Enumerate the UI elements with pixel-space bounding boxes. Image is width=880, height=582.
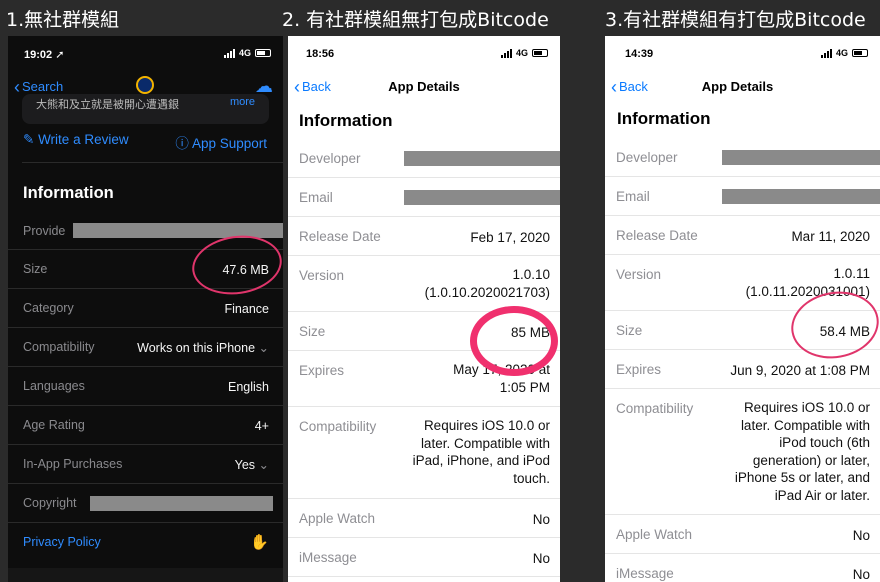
write-review-button[interactable]: ✎ Write a Review (23, 132, 129, 148)
signal-icon (820, 48, 832, 58)
detail-row-imessage: iMessage No (605, 554, 880, 582)
more-link[interactable]: more (230, 96, 255, 108)
column-title-3: 3.有社群模組有打包成Bitcode (605, 9, 866, 31)
description-snippet: 大熊和及立就是被開心遭遇銀 more (22, 94, 269, 124)
status-bar: 19:02 ➚ 4G (8, 36, 283, 72)
section-title: Information (617, 109, 711, 128)
app-icon (136, 76, 154, 94)
annotation-circle (470, 306, 558, 376)
detail-row-imessage: iMessage No (288, 538, 560, 577)
status-time: 18:56 (306, 48, 335, 60)
network-type: 4G (238, 48, 251, 58)
status-right: 4G (500, 48, 548, 58)
status-bar: 14:39 4G (605, 36, 880, 72)
info-row-compatibility[interactable]: Compatibility Works on this iPhone ⌄ (8, 328, 283, 367)
nav-bar: ‹ Back App Details (605, 72, 880, 102)
network-type: 4G (515, 48, 528, 58)
detail-row-release-date: Release Date Feb 17, 2020 (288, 217, 560, 256)
detail-row-developer: Developer (605, 138, 880, 177)
hand-icon: ✋ (250, 534, 269, 551)
tab-bar (8, 568, 283, 582)
redacted-block (90, 496, 273, 511)
section-title: Information (299, 111, 393, 130)
status-right: 4G (820, 48, 868, 58)
redacted-block (404, 151, 560, 166)
column-title-2: 2. 有社群模組無打包成Bitcode (282, 9, 549, 31)
info-row-copyright: Copyright (8, 484, 283, 523)
column-title-1: 1.無社群模組 (6, 9, 120, 31)
detail-row-email: Email (288, 178, 560, 217)
app-support-button[interactable]: ⓘ App Support (175, 132, 267, 152)
signal-icon (500, 48, 512, 58)
info-row-languages: Languages English (8, 367, 283, 406)
status-time: 19:02 ➚ (24, 49, 65, 61)
status-bar: 18:56 4G (288, 36, 560, 72)
phone-screenshot-3: 14:39 4G ‹ Back App Details Information D… (605, 36, 880, 582)
info-row-age-rating: Age Rating 4+ (8, 406, 283, 445)
battery-icon (255, 49, 271, 57)
network-type: 4G (835, 48, 848, 58)
detail-row-version: Version 1.0.10 (1.0.10.2020021703) (288, 256, 560, 312)
back-button[interactable]: ‹ Search (14, 76, 63, 97)
detail-row-email: Email (605, 177, 880, 216)
nav-title: App Details (701, 79, 774, 94)
chevron-left-icon: ‹ (14, 76, 20, 97)
status-time: 14:39 (625, 48, 654, 60)
detail-row-developer: Developer (288, 139, 560, 178)
detail-row-release-date: Release Date Mar 11, 2020 (605, 216, 880, 255)
phone-screenshot-2: 18:56 4G ‹ Back App Details Information D… (288, 36, 560, 582)
detail-row-compatibility: Compatibility Requires iOS 10.0 or later… (605, 389, 880, 515)
redacted-block (722, 150, 880, 165)
battery-icon (852, 49, 868, 57)
info-row-in-app-purchases[interactable]: In-App Purchases Yes ⌄ (8, 445, 283, 484)
nav-title: App Details (388, 79, 460, 94)
privacy-policy-row[interactable]: Privacy Policy ✋ (8, 523, 283, 562)
chevron-down-icon: ⌄ (258, 458, 269, 472)
chevron-down-icon: ⌄ (258, 341, 269, 355)
nav-bar: ‹ Back App Details (288, 72, 560, 102)
battery-icon (532, 49, 548, 57)
redacted-block (722, 189, 880, 204)
info-row-category: Category Finance (8, 289, 283, 328)
detail-row-apple-watch: Apple Watch No (288, 499, 560, 538)
status-right: 4G (223, 48, 271, 58)
detail-row-apple-watch: Apple Watch No (605, 515, 880, 554)
redacted-block (404, 190, 560, 205)
detail-row-compatibility: Compatibility Requires iOS 10.0 or later… (288, 407, 560, 499)
signal-icon (223, 48, 235, 58)
phone-screenshot-1: 19:02 ➚ 4G ‹ Search ☁ 大熊和及立就是被開心遭遇銀 more … (8, 36, 283, 582)
section-title: Information (23, 184, 114, 202)
